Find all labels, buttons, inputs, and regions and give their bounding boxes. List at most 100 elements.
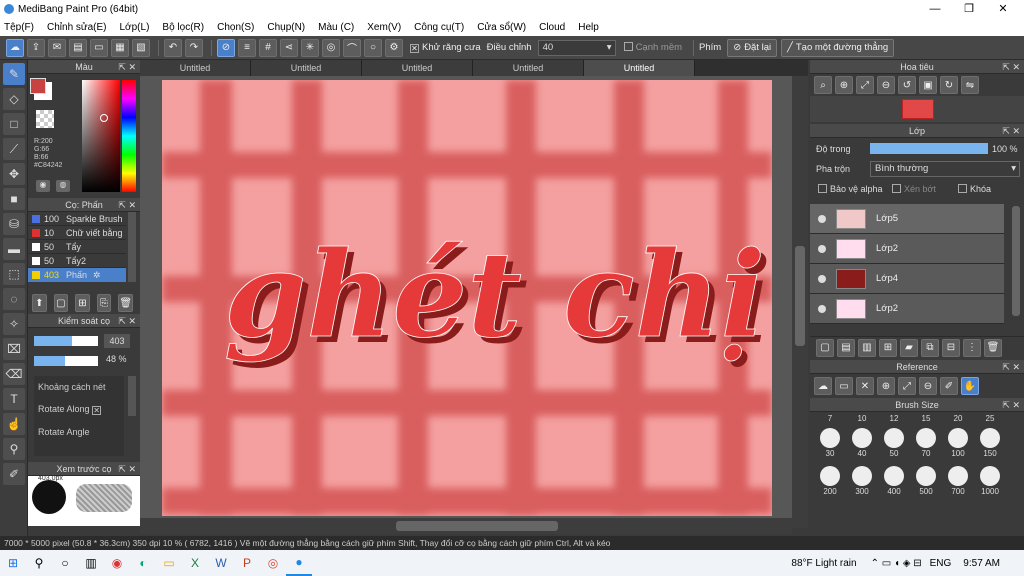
new-8bit-layer-icon[interactable]: ▥ [858,338,876,357]
panel-close-icon[interactable]: ⇱ ✕ [118,314,136,328]
size-dot[interactable] [980,428,1000,448]
windows-start-icon[interactable]: ⊞ [0,550,26,576]
menu-edit[interactable]: Chỉnh sửa(E) [47,22,107,33]
size-dot[interactable] [884,428,904,448]
menu-file[interactable]: Tệp(F) [4,22,34,33]
grid-icon[interactable]: ▦ [111,38,129,57]
tab-untitled-5[interactable]: Untitled [584,60,695,76]
settings-icon[interactable]: ✲ [93,270,101,281]
open-folder-icon[interactable]: ▭ [835,377,853,395]
swap-icon[interactable]: ◍ [56,180,70,192]
text-tool-icon[interactable]: T [3,388,25,410]
list-item[interactable]: 100 Sparkle Brush [28,212,126,226]
size-dot[interactable] [820,428,840,448]
vanish-snap-icon[interactable]: ⋖ [280,38,298,57]
menu-color[interactable]: Màu (C) [318,22,354,33]
hue-slider[interactable] [122,80,136,192]
word-icon[interactable]: W [208,550,234,576]
app-icon[interactable]: ◉ [104,550,130,576]
merge-icon[interactable]: ⊟ [942,338,960,357]
brush-delete-icon[interactable]: 🗑 [118,294,134,312]
panel-close-icon[interactable]: ⇱ ✕ [118,198,136,212]
brush-copy-icon[interactable]: ⎘ [96,294,112,312]
line-tool-icon[interactable]: ⟋ [3,138,25,160]
scrollbar[interactable] [128,212,136,282]
cross-snap-icon[interactable]: # [259,38,277,57]
panel-close-icon[interactable]: ⇱ ✕ [1002,398,1020,412]
panel-close-icon[interactable]: ⇱ ✕ [118,60,136,74]
fit-window-icon[interactable]: ▣ [919,76,937,94]
parallel-snap-icon[interactable]: ≡ [238,38,256,57]
layer-opacity-slider[interactable] [870,143,988,154]
reset-button[interactable]: ⊘ Đặt lại [727,38,778,57]
menu-cloud[interactable]: Cloud [539,22,565,33]
brush-new-icon[interactable]: ⊞ [75,294,90,312]
file-explorer-icon[interactable]: ▭ [156,550,182,576]
size-label[interactable]: 12 [878,414,910,424]
horizontal-scroll-thumb[interactable] [396,521,558,531]
blend-mode-dropdown[interactable]: Bình thường ▾ [870,161,1020,177]
undo-icon[interactable]: ↶ [164,38,182,57]
close-button[interactable]: ✕ [986,0,1020,18]
eraser-tool-icon[interactable]: ◇ [3,88,25,110]
magic-wand-tool-icon[interactable]: ✧ [3,313,25,335]
layer-row[interactable]: Lớp2 [810,234,1004,264]
new-layer-icon[interactable]: ▢ [816,338,834,357]
visibility-icon[interactable] [818,274,826,283]
check-icon[interactable]: ✕ [92,406,102,415]
select-eraser-tool-icon[interactable]: ⌫ [3,363,25,385]
size-dot[interactable] [916,466,936,486]
layout-icon[interactable]: ▧ [132,38,150,57]
size-dot[interactable] [852,428,872,448]
folder-icon[interactable]: ▰ [900,338,918,357]
size-dot[interactable] [948,466,968,486]
flip-icon[interactable]: ⇋ [961,76,979,94]
layer-row[interactable]: Lớp2 [810,294,1004,324]
menu-help[interactable]: Help [578,22,599,33]
comment-icon[interactable]: ✉ [48,38,66,57]
concentric-snap-icon[interactable]: ◎ [322,38,340,57]
trash-icon[interactable]: 🗑 [984,338,1002,357]
eyedropper-icon[interactable]: ✐ [940,377,958,395]
menu-tools[interactable]: Công cụ(T) [414,22,464,33]
settings-snap-icon[interactable]: ⚙ [385,38,403,57]
size-label[interactable]: 10 [846,414,878,424]
eyedropper2-tool-icon[interactable]: ✐ [3,463,25,485]
opacity-slider[interactable] [34,356,98,366]
panel-close-icon[interactable]: ⇱ ✕ [1002,360,1020,374]
size-dot[interactable] [852,466,872,486]
redo-icon[interactable]: ↷ [185,38,203,57]
lasso-tool-icon[interactable]: ◌ [3,288,25,310]
vertical-scrollbar[interactable] [792,76,808,528]
cloud-icon[interactable]: ☁ [6,38,24,57]
share-icon[interactable]: ⇪ [27,38,45,57]
circle-snap-icon[interactable]: ○ [364,38,382,57]
list-item-selected[interactable]: 403 Phấn ✲ [28,268,126,282]
curve-snap-icon[interactable]: ⌒ [343,38,361,57]
panel-icon[interactable]: ▤ [69,38,87,57]
hand-icon[interactable]: ✋ [961,377,979,395]
menu-view[interactable]: Xem(V) [367,22,401,33]
list-item[interactable]: 50 Tẩy2 [28,254,126,268]
cloud-reference-icon[interactable]: ☁ [814,377,832,395]
menu-layer[interactable]: Lớp(L) [120,22,150,33]
menu-capture[interactable]: Chụp(N) [267,22,305,33]
gradient-tool-icon[interactable]: ▬ [3,238,25,260]
fill-rect-tool-icon[interactable]: ■ [3,188,25,210]
list-item[interactable]: 10 Chữ viết bằng [28,226,126,240]
tab-untitled-2[interactable]: Untitled [251,60,362,76]
zoom-in-icon[interactable]: ⊕ [835,76,853,94]
visibility-icon[interactable] [818,244,826,253]
layer-row[interactable]: Lớp4 [810,264,1004,294]
size-label[interactable]: 25 [974,414,1006,424]
scrollbar[interactable] [128,376,136,416]
panel-close-icon[interactable]: ⇱ ✕ [1002,124,1020,138]
navigator-preview[interactable] [810,96,1024,122]
select-tool-icon[interactable]: ⬚ [3,263,25,285]
visibility-icon[interactable] [818,304,826,313]
task-view-icon[interactable]: ○ [52,550,78,576]
tray-icons[interactable]: ⌃ ▭ ◖ ◈ ⊟ [871,558,922,569]
horizontal-scrollbar[interactable] [140,518,792,534]
rotate-along-row[interactable]: Rotate Along ✕ [34,398,124,421]
search-icon[interactable]: ⚲ [26,550,52,576]
